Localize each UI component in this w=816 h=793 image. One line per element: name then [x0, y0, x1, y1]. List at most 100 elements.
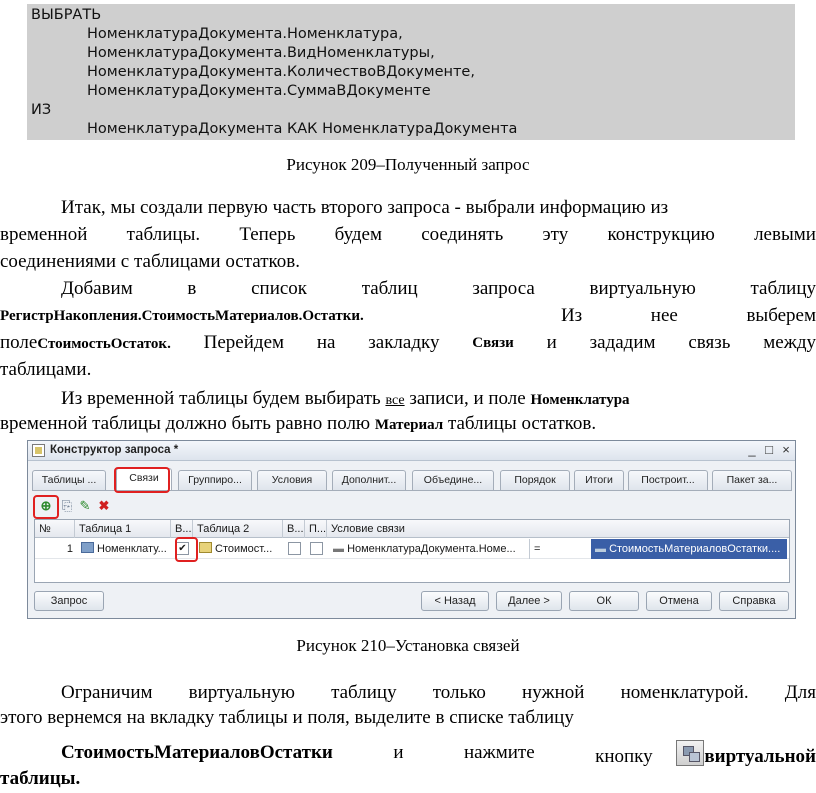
word: конструкцию [607, 224, 715, 245]
paragraph-line: таблицами. [0, 359, 92, 380]
field2-text: СтоимостьМатериаловОстатки.... [609, 543, 781, 555]
word: только [432, 682, 486, 703]
word: Теперь [239, 224, 296, 245]
condition-field1[interactable]: ▬ НоменклатураДокумента.Номе... [333, 539, 529, 559]
cancel-button[interactable]: Отмена [646, 591, 712, 611]
word: между [763, 332, 816, 353]
table2-name: Стоимост... [215, 543, 273, 555]
paragraph-line-justified: Добавим в список таблиц запроса виртуаль… [0, 276, 816, 302]
dialog-footer: Запрос < Назад Далее > ОК Отмена Справка [28, 591, 795, 615]
figure-caption-210: Рисунок 210–Установка связей [296, 636, 520, 655]
condition-field2[interactable]: ▬ СтоимостьМатериаловОстатки.... [591, 539, 787, 559]
word: таблицы. [126, 224, 201, 245]
word: нужной [522, 682, 585, 703]
next-button[interactable]: Далее > [496, 591, 562, 611]
field-name: Номенклатура [530, 392, 630, 408]
word: левыми [754, 224, 816, 245]
tab-batch[interactable]: Пакет за... [712, 470, 792, 490]
word: в [187, 278, 197, 299]
highlight-add-button [33, 495, 59, 519]
minimize-button[interactable]: _ [744, 442, 760, 458]
condition-operator[interactable]: = [529, 539, 589, 559]
word: кнопку [595, 746, 653, 767]
word: таблиц [361, 278, 418, 299]
maximize-button[interactable]: □ [761, 442, 777, 458]
tab-name: Связи [472, 335, 514, 351]
column-header-arbitrary[interactable]: П... [305, 520, 327, 538]
word: соединять [421, 224, 504, 245]
tab-grouping[interactable]: Группиро... [178, 470, 252, 490]
links-table: № Таблица 1 В... Таблица 2 В... П... Усл… [34, 519, 790, 583]
highlight-links-tab [114, 467, 170, 493]
all-records-table2-checkbox[interactable] [288, 542, 301, 555]
paragraph-line: временной таблицы должно быть равно полю… [0, 411, 816, 437]
word: закладку [368, 332, 440, 353]
tab-order[interactable]: Порядок [500, 470, 570, 490]
column-header-table1[interactable]: Таблица 1 [75, 520, 171, 538]
delete-icon[interactable]: ✖ [95, 497, 113, 515]
row-number: 1 [66, 543, 73, 555]
code-line: НоменклатураДокумента.ВидНоменклатуры, [87, 45, 435, 61]
code-line: НоменклатураДокумента.СуммаВДокументе [87, 83, 431, 99]
table2-cell[interactable]: Стоимост... [199, 539, 283, 559]
query-button[interactable]: Запрос [34, 591, 104, 611]
paragraph-line-justified: временной таблицы. Теперь будем соединят… [0, 222, 816, 248]
word: виртуальную [589, 278, 696, 299]
code-line: НоменклатураДокумента.Номенклатура, [87, 26, 403, 42]
column-header-num[interactable]: № [35, 520, 75, 538]
field-icon: ▬ [333, 543, 344, 555]
underlined-word: все [385, 393, 405, 408]
edit-icon[interactable]: ✎ [76, 497, 94, 515]
register-name: РегистрНакопления.СтоимостьМатериалов.Ос… [0, 308, 364, 324]
word: Добавим [61, 278, 133, 299]
table1-cell[interactable]: Номенклату... [81, 539, 171, 559]
tab-tables[interactable]: Таблицы ... [32, 470, 106, 490]
tab-unions[interactable]: Объедине... [412, 470, 494, 490]
word: зададим [589, 332, 656, 353]
field-name: СтоимостьОстаток. [37, 336, 171, 352]
back-button[interactable]: < Назад [421, 591, 489, 611]
close-button[interactable]: × [778, 442, 794, 458]
word: виртуальную [188, 682, 295, 703]
paragraph-line-justified: полеСтоимостьОстаток. Перейдем на заклад… [0, 330, 816, 356]
field-icon: ▬ [595, 543, 606, 555]
bold-word: виртуальной [704, 746, 816, 767]
paragraph-line: этого вернемся на вкладку таблицы и поля… [0, 707, 574, 728]
word: таблицу [750, 278, 816, 299]
word: Для [784, 682, 816, 703]
word: эту [542, 224, 569, 245]
word: Из [560, 305, 583, 326]
word: нее [650, 305, 678, 326]
table-row[interactable]: 1 Номенклату... ✔ Стоимост... ▬ Номенкла… [35, 539, 789, 559]
tab-totals[interactable]: Итоги [574, 470, 624, 490]
paragraph-line-justified: Ограничим виртуальную таблицу только нуж… [0, 680, 816, 706]
paragraph-line-justified: СтоимостьМатериаловОстатки и нажмите кно… [0, 740, 816, 767]
query-builder-window: Конструктор запроса * _ □ × Таблицы ... … [27, 440, 796, 619]
help-button[interactable]: Справка [719, 591, 789, 611]
word: поле [0, 332, 38, 353]
column-header-table2[interactable]: Таблица 2 [193, 520, 283, 538]
word: список [251, 278, 308, 299]
tab-advanced[interactable]: Дополнит... [332, 470, 406, 490]
text-span: Из временной таблицы будем выбирать [61, 388, 381, 409]
column-header-all1[interactable]: В... [171, 520, 193, 538]
copy-icon[interactable]: ⎘ [58, 497, 76, 515]
title-bar: Конструктор запроса * _ □ × [28, 441, 795, 461]
arbitrary-condition-checkbox[interactable] [310, 542, 323, 555]
paragraph-line: соединениями с таблицами остатков. [0, 251, 301, 272]
column-header-all2[interactable]: В... [283, 520, 305, 538]
column-header-condition[interactable]: Условие связи [327, 520, 789, 538]
figure-caption-209: Рисунок 209–Полученный запрос [286, 155, 530, 174]
ok-button[interactable]: ОК [569, 591, 639, 611]
code-block: ВЫБРАТЬ НоменклатураДокумента.Номенклату… [27, 4, 795, 140]
paragraph-line: Итак, мы создали первую часть второго за… [61, 197, 669, 218]
paragraph-line-justified: РегистрНакопления.СтоимостьМатериалов.Ос… [0, 303, 816, 329]
tab-builder[interactable]: Построит... [628, 470, 708, 490]
code-line: НоменклатураДокумента.КоличествоВДокумен… [87, 64, 475, 80]
word: Перейдем [203, 332, 285, 353]
word: на [316, 332, 336, 353]
tab-conditions[interactable]: Условия [257, 470, 327, 490]
paragraph-line: Из временной таблицы будем выбирать все … [0, 386, 816, 412]
virtual-table-params-icon [676, 740, 705, 766]
table-icon [81, 542, 94, 553]
